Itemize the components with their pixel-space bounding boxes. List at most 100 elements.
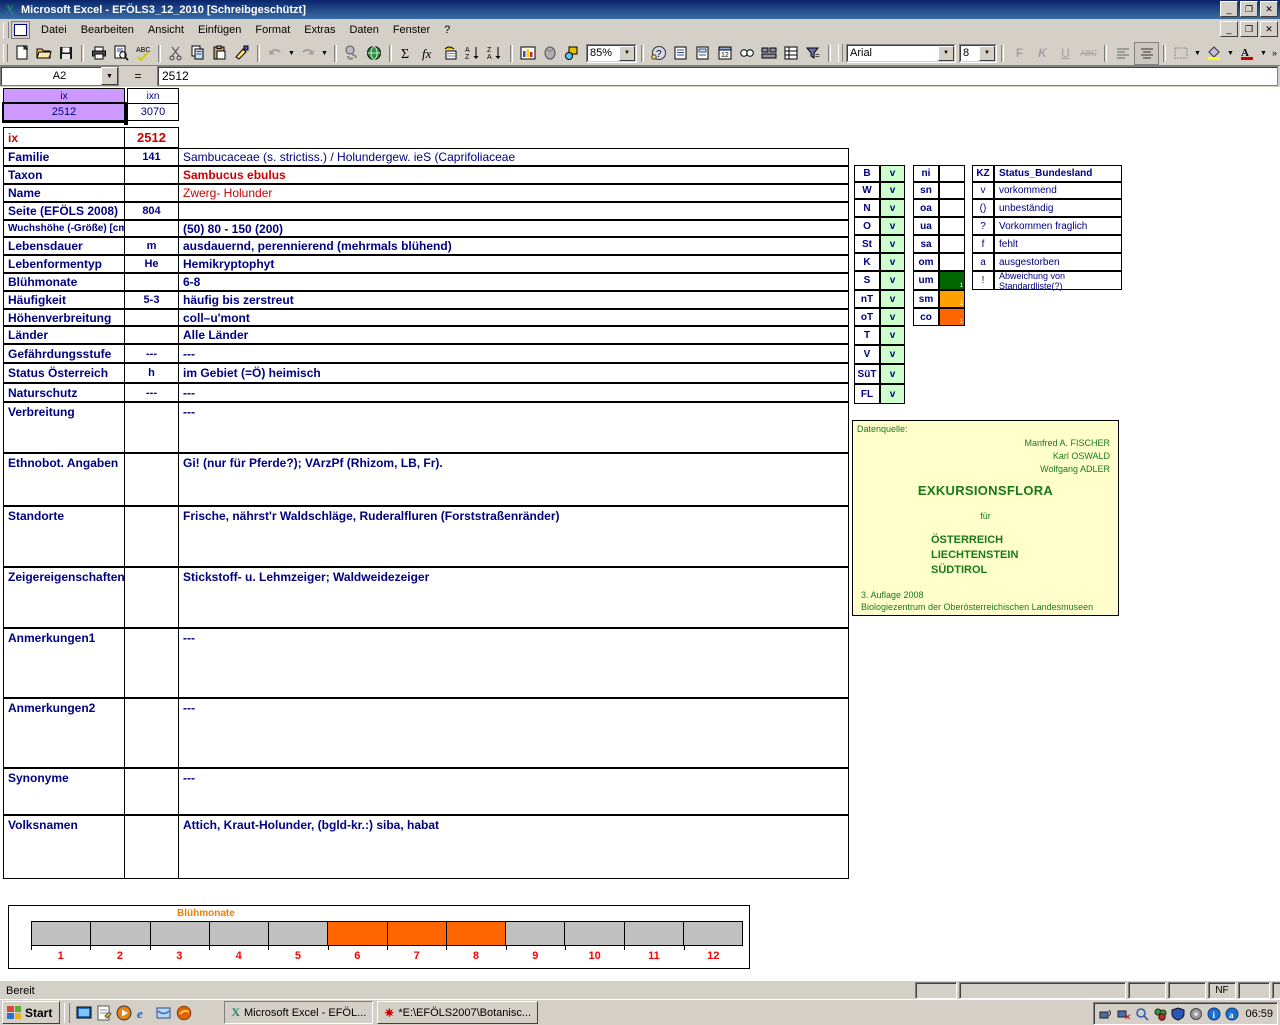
font-color-icon[interactable]: A [1236, 43, 1258, 64]
borders-dropdown-icon[interactable]: ▼ [1192, 43, 1203, 64]
row-label-ethnobot[interactable]: Ethnobot. Angaben [3, 453, 125, 506]
zone-code-ua[interactable]: ua [913, 217, 939, 235]
function-wizard-icon[interactable]: fx [418, 43, 440, 64]
autosum-icon[interactable]: Σ [396, 43, 418, 64]
bundesland-code-suet[interactable]: SüT [854, 364, 880, 384]
row-label-haeufigkeit[interactable]: Häufigkeit [3, 291, 125, 309]
name-box[interactable]: A2 ▼ [0, 66, 119, 86]
legend-kz-fraglich[interactable]: ? [972, 217, 994, 235]
row-value-zeigereigenschaften[interactable]: Stickstoff- u. Lehmzeiger; Waldweidezeig… [178, 567, 849, 628]
font-size-combo[interactable]: 8 ▼ [959, 43, 997, 63]
bundesland-code-st[interactable]: St [854, 235, 880, 253]
row-label-seite[interactable]: Seite (EFÖLS 2008) [3, 202, 125, 220]
menu-item-format[interactable]: Format [248, 22, 297, 38]
toolbar-overflow-icon[interactable]: » [1269, 43, 1280, 64]
taskbar-clock[interactable]: 06:59 [1245, 1008, 1273, 1020]
menu-item-fenster[interactable]: Fenster [386, 22, 437, 38]
bundesland-status-v[interactable]: v [880, 345, 905, 364]
bundesland-status-nt[interactable]: v [880, 290, 905, 308]
zone-code-um[interactable]: um [913, 271, 939, 290]
zone-code-sn[interactable]: sn [913, 182, 939, 199]
bundesland-code-w[interactable]: W [854, 182, 880, 199]
menu-item-extras[interactable]: Extras [297, 22, 342, 38]
zone-value-ua[interactable] [939, 217, 965, 235]
quicklaunch-grip[interactable] [64, 1002, 71, 1023]
align-left-icon[interactable] [1111, 43, 1134, 64]
bundesland-status-n[interactable]: v [880, 199, 905, 217]
list-icon[interactable] [670, 43, 692, 64]
row-code-anmerkungen1[interactable] [124, 628, 179, 698]
row-code-zeigereigenschaften[interactable] [124, 567, 179, 628]
row-value-taxon[interactable]: Sambucus ebulus [178, 166, 849, 184]
network-icon[interactable] [1098, 1006, 1113, 1021]
firefox-icon[interactable] [174, 1003, 194, 1023]
fill-handle[interactable] [124, 121, 128, 125]
filter-icon[interactable]: = [802, 43, 824, 64]
bundesland-code-nt[interactable]: nT [854, 290, 880, 308]
row-value-haeufigkeit[interactable]: häufig bis zerstreut [178, 291, 849, 309]
hyperlink-icon[interactable] [341, 43, 363, 64]
row-code-naturschutz[interactable]: --- [124, 383, 179, 402]
row-label-hoehenverbreitung[interactable]: Höhenverbreitung [3, 309, 125, 326]
bundesland-status-t[interactable]: v [880, 326, 905, 345]
format-painter-icon[interactable] [231, 43, 253, 64]
zone-swatch-um[interactable]: 1 [939, 271, 965, 290]
bluehmonate-chart[interactable]: Blühmonate 1 2 3 4 5 6 7 8 9 10 11 12 [8, 905, 750, 969]
row-value-verbreitung[interactable]: --- [178, 402, 849, 453]
redo-icon[interactable] [297, 43, 319, 64]
formula-equals-icon[interactable]: = [119, 67, 157, 85]
row-label-anmerkungen2[interactable]: Anmerkungen2 [3, 698, 125, 768]
formatting-toolbar-grip[interactable] [838, 44, 843, 62]
task-excel[interactable]: X Microsoft Excel - EFÖL... [224, 1001, 374, 1024]
row-value-seite[interactable] [178, 202, 849, 220]
row-label-lebenformentyp[interactable]: Lebenformentyp [3, 255, 125, 273]
task-acrobat[interactable]: ✷ *E:\EFÖLS2007\Botanisc... [377, 1001, 539, 1024]
bundesland-status-fl[interactable]: v [880, 384, 905, 404]
row-value-ethnobot[interactable]: Gi! (nur für Pferde?); VArzPf (Rhizom, L… [178, 453, 849, 506]
row-label-zeigereigenschaften[interactable]: Zeigereigenschaften [3, 567, 125, 628]
header-cell-ixn[interactable]: ixn [127, 88, 179, 104]
bundesland-code-b[interactable]: B [854, 165, 880, 182]
row-value-lebenformentyp[interactable]: Hemikryptophyt [178, 255, 849, 273]
font-name-combo[interactable]: Arial ▼ [846, 43, 956, 63]
doc-close-button[interactable]: ✕ [1260, 21, 1278, 37]
calendar-icon[interactable]: 12 [714, 43, 736, 64]
row-value-name[interactable]: Zwerg- Holunder [178, 184, 849, 202]
sort-ascending-icon[interactable]: AZ [462, 43, 484, 64]
doc-minimize-button[interactable]: _ [1220, 21, 1238, 37]
row-value-anmerkungen1[interactable]: --- [178, 628, 849, 698]
legend-header-kz[interactable]: KZ [972, 165, 994, 182]
row-value-synonyme[interactable]: --- [178, 768, 849, 815]
menu-item-daten[interactable]: Daten [342, 22, 385, 38]
row-value-lebensdauer[interactable]: ausdauernd, perennierend (mehrmals blühe… [178, 237, 849, 255]
bundesland-status-s[interactable]: v [880, 271, 905, 290]
row-code-synonyme[interactable] [124, 768, 179, 815]
doc-restore-button[interactable]: ❐ [1240, 21, 1258, 37]
bundesland-code-ot[interactable]: oT [854, 308, 880, 326]
merge-cells-icon[interactable] [758, 43, 780, 64]
row-code-laender[interactable] [124, 326, 179, 344]
menu-item-datei[interactable]: Datei [34, 22, 74, 38]
legend-desc-fehlt[interactable]: fehlt [994, 235, 1122, 253]
bundesland-status-b[interactable]: v [880, 165, 905, 182]
media-player-icon[interactable] [114, 1003, 134, 1023]
bundesland-code-s[interactable]: S [854, 271, 880, 290]
menu-item-bearbeiten[interactable]: Bearbeiten [74, 22, 141, 38]
row-value-anmerkungen2[interactable]: --- [178, 698, 849, 768]
sort-descending-icon[interactable]: ZA [484, 43, 506, 64]
drawing-icon[interactable] [561, 43, 583, 64]
help-icon[interactable]: ? [648, 43, 670, 64]
zone-swatch-sm[interactable]: 1 [939, 290, 965, 308]
legend-kz-v[interactable]: v [972, 182, 994, 199]
legend-desc-unbestaendig[interactable]: unbeständig [994, 199, 1122, 217]
row-label-gefaehrdungsstufe[interactable]: Gefährdungsstufe [3, 344, 125, 363]
search-icon[interactable] [1134, 1006, 1149, 1021]
row-code-status-oesterreich[interactable]: h [124, 363, 179, 383]
row-code-familie[interactable]: 141 [124, 148, 179, 166]
row-value-laender[interactable]: Alle Länder [178, 326, 849, 344]
row-value-volksnamen[interactable]: Attich, Kraut-Holunder, (bgld-kr.:) siba… [178, 815, 849, 879]
row-code-bluehmonate[interactable] [124, 273, 179, 291]
sync-error-icon[interactable] [1152, 1006, 1167, 1021]
row-code-ethnobot[interactable] [124, 453, 179, 506]
chart-wizard-icon[interactable] [517, 43, 539, 64]
